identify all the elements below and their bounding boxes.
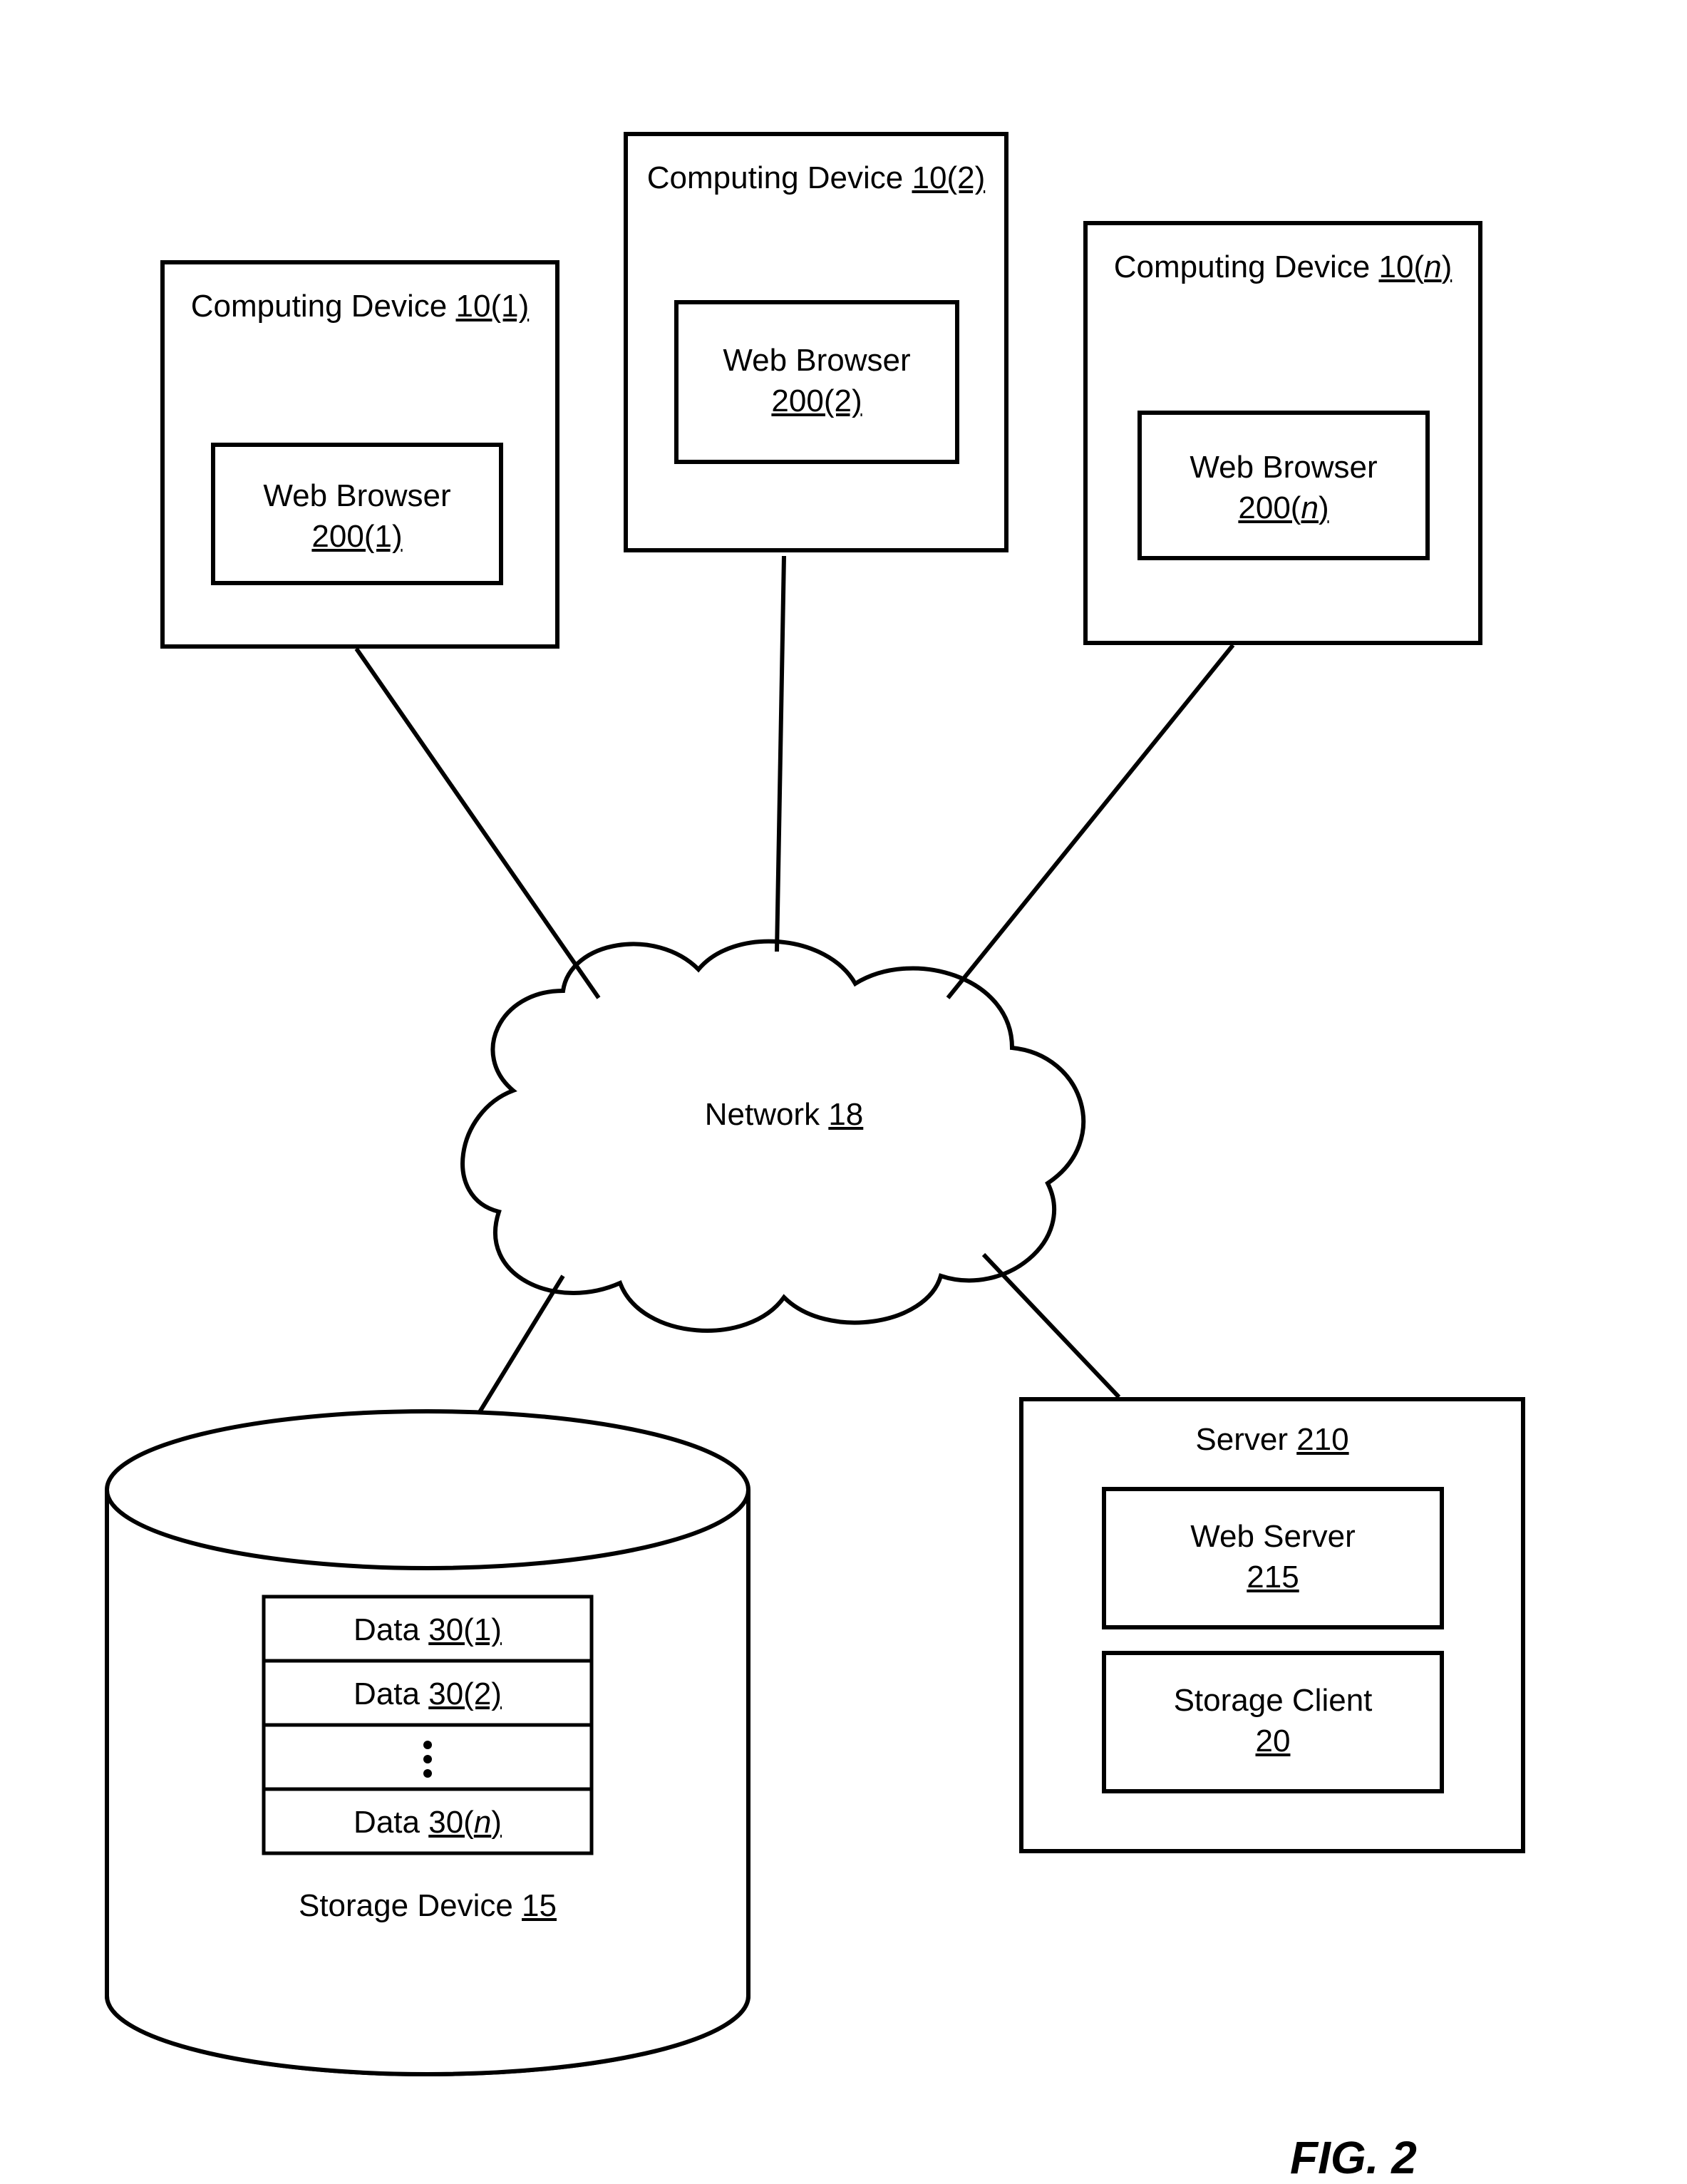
device2-title: Computing Device 10(2)	[628, 158, 1004, 198]
network-cloud	[463, 942, 1083, 1331]
web-browser-2-ref: 200(2)	[771, 383, 862, 418]
storage-client-box: Storage Client 20	[1102, 1651, 1444, 1793]
server-title: Server 210	[1023, 1419, 1521, 1460]
web-browser-2: Web Browser 200(2)	[674, 300, 959, 464]
data-row-1: Data 30(1)	[264, 1609, 592, 1650]
web-server-box: Web Server 215	[1102, 1487, 1444, 1629]
web-browser-2-label: Web Browser	[679, 340, 955, 381]
storage-client-label: Storage Client	[1106, 1680, 1440, 1721]
computing-device-2: Computing Device 10(2) Web Browser 200(2…	[624, 132, 1008, 552]
data-row-n: Data 30(n)	[264, 1802, 592, 1843]
devicen-title: Computing Device 10(n)	[1088, 247, 1478, 287]
connector-device3-network	[948, 645, 1233, 998]
web-server-label: Web Server	[1106, 1516, 1440, 1557]
device1-title: Computing Device 10(1)	[165, 286, 555, 326]
connector-device1-network	[356, 649, 599, 998]
web-browser-n: Web Browser 200(n)	[1137, 411, 1430, 560]
data-row-2: Data 30(2)	[264, 1674, 592, 1714]
server-box: Server 210 Web Server 215 Storage Client…	[1019, 1397, 1525, 1853]
computing-device-1: Computing Device 10(1) Web Browser 200(1…	[160, 260, 559, 649]
diagram-canvas: Network 18 Computing Device 10(1) Web Br…	[0, 0, 1687, 2179]
storage-client-ref: 20	[1256, 1724, 1291, 1758]
computing-device-n: Computing Device 10(n) Web Browser 200(n…	[1083, 221, 1482, 645]
web-browser-1-label: Web Browser	[215, 475, 499, 516]
figure-label: FIG. 2	[1290, 2131, 1417, 2184]
web-browser-1: Web Browser 200(1)	[211, 443, 503, 585]
storage-device-label: Storage Device 15	[214, 1885, 641, 1926]
web-server-ref: 215	[1247, 1560, 1299, 1595]
web-browser-n-label: Web Browser	[1142, 447, 1425, 488]
web-browser-1-ref: 200(1)	[311, 519, 402, 554]
connector-network-server	[984, 1255, 1119, 1397]
connector-device2-network	[777, 556, 784, 952]
network-label: Network 18	[691, 1094, 877, 1135]
